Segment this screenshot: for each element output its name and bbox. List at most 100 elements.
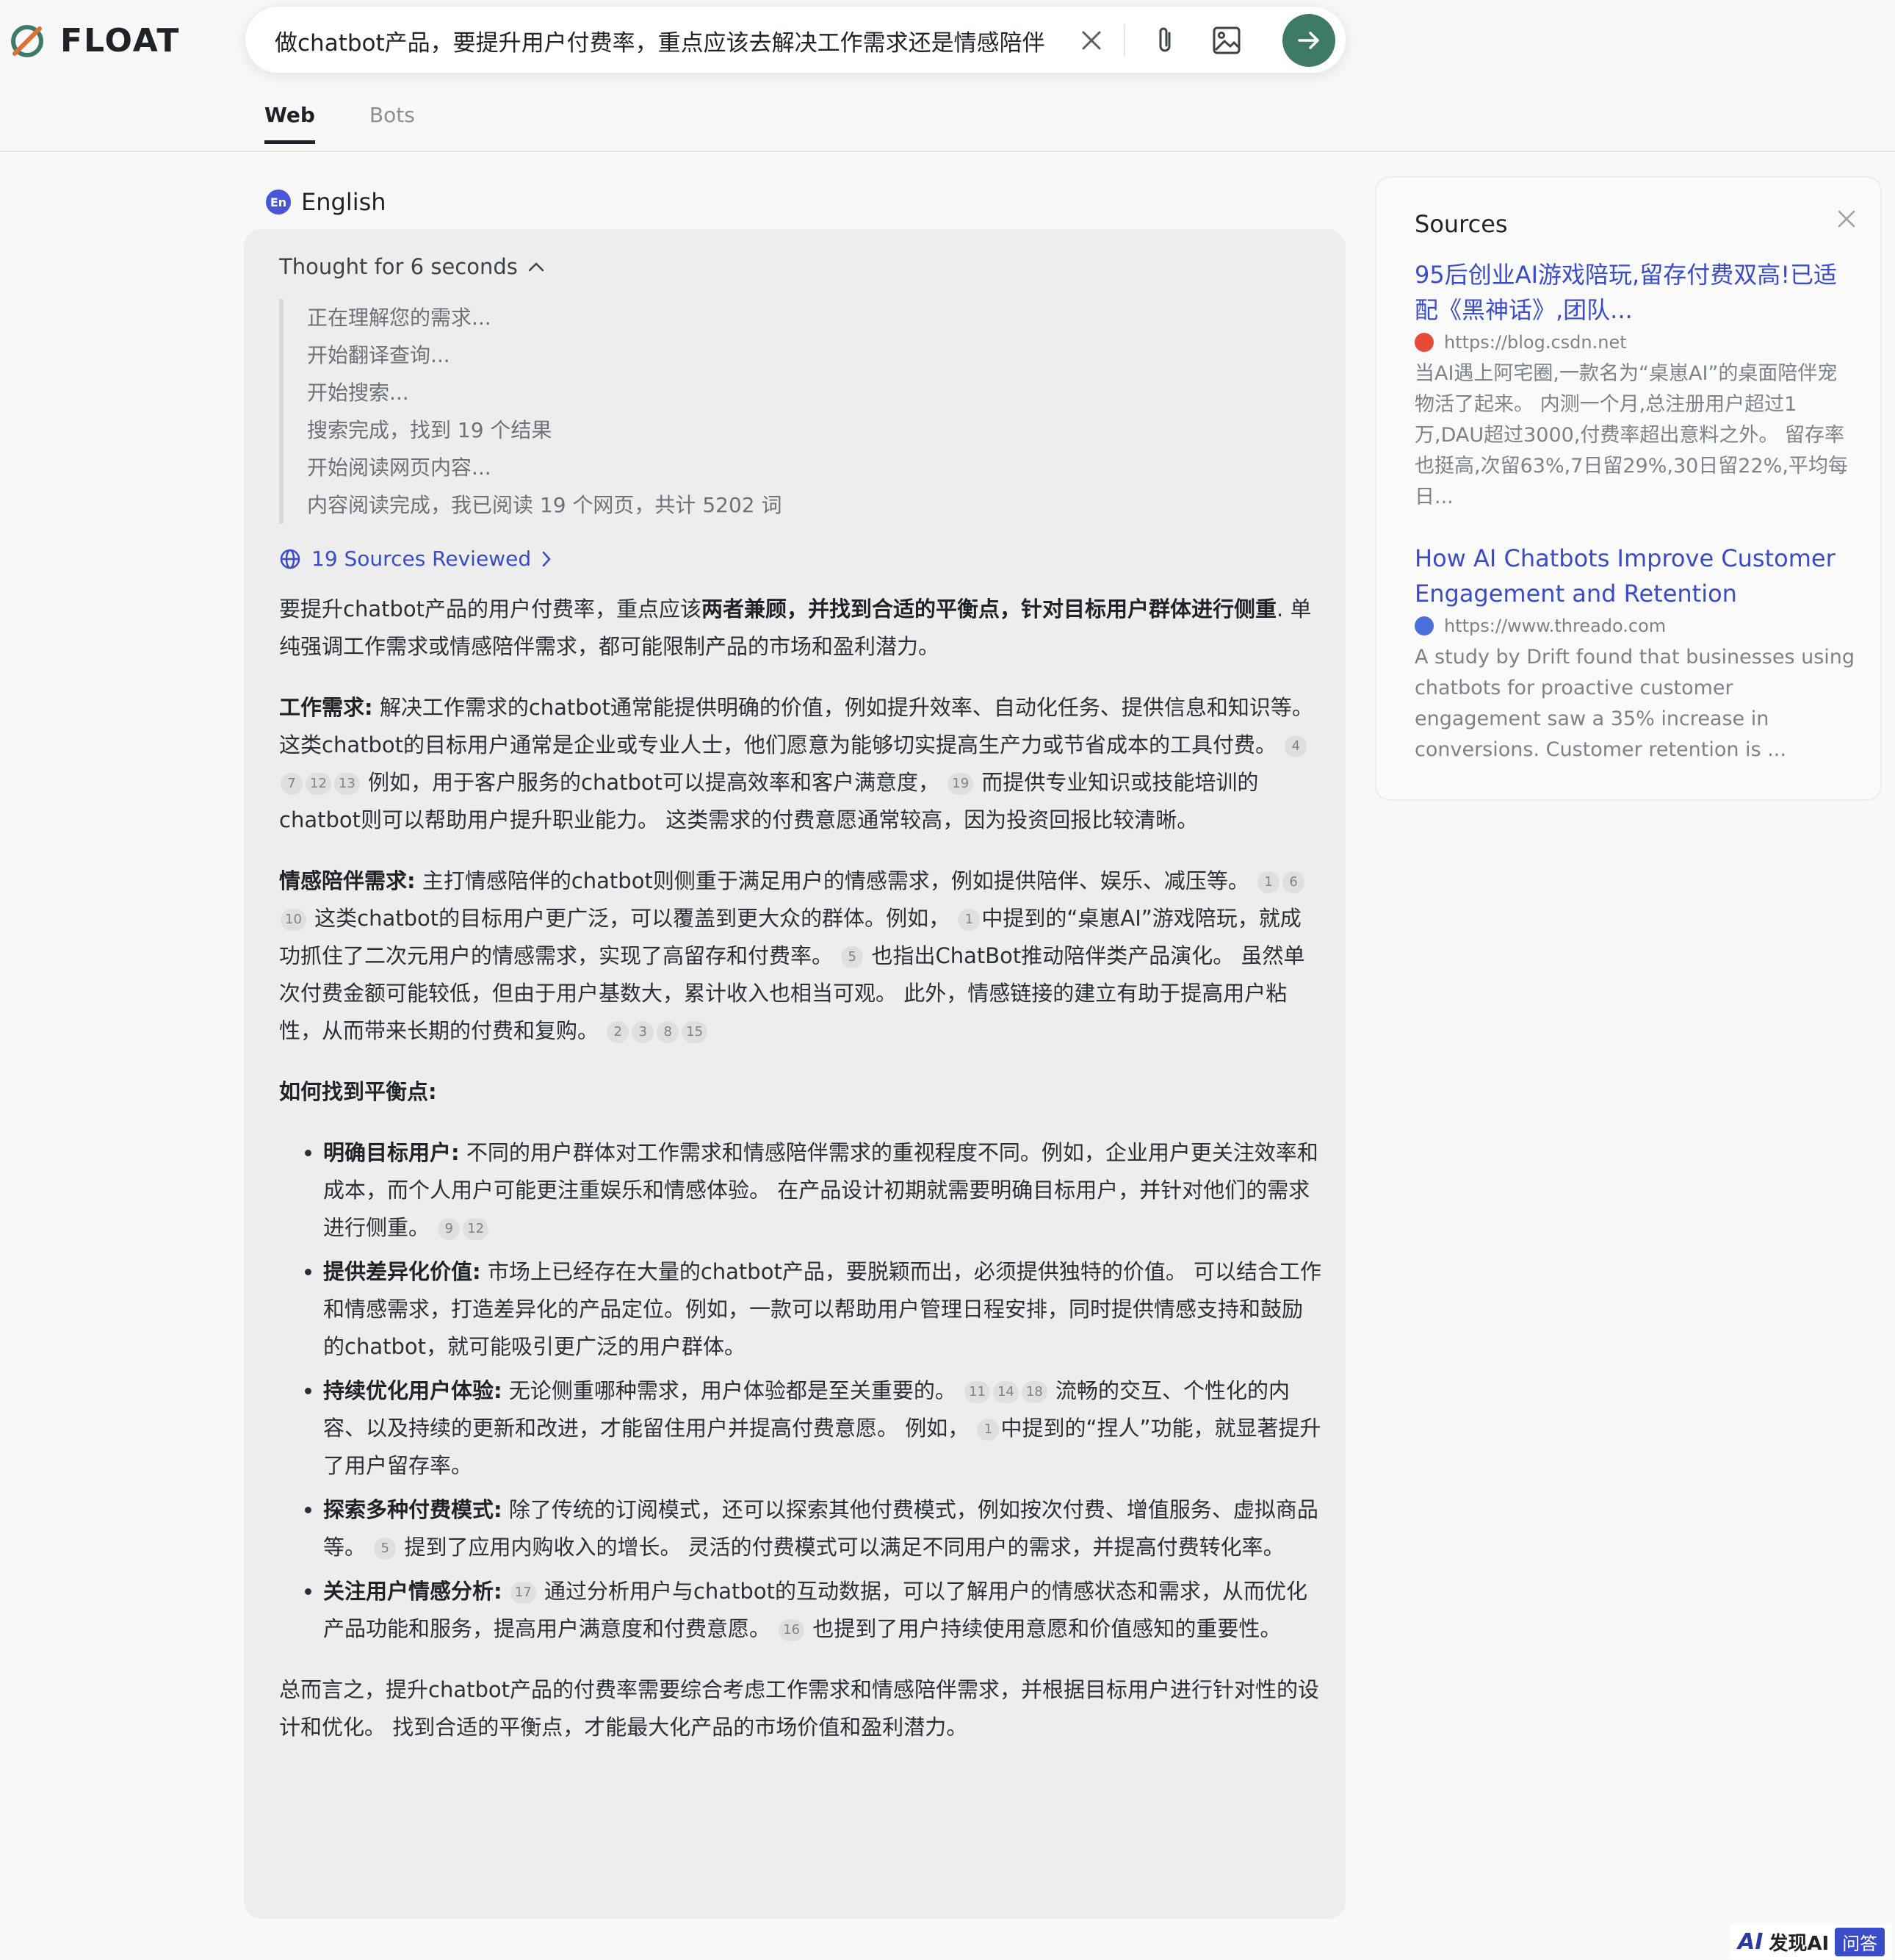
thought-steps: 正在理解您的需求... 开始翻译查询... 开始搜索... 搜索完成，找到 19… [279,299,782,524]
list-item: 探索多种付费模式: 除了传统的订阅模式，还可以探索其他付费模式，例如按次付费、增… [323,1491,1322,1566]
citation[interactable]: 12 [463,1218,489,1240]
citation[interactable]: 11 [964,1381,990,1403]
citation[interactable]: 15 [682,1021,708,1043]
citation[interactable]: 17 [510,1582,536,1604]
result-tabs: Web Bots [264,103,415,144]
citation[interactable]: 6 [1282,871,1305,893]
citation[interactable]: 13 [333,773,360,795]
citation[interactable]: 7 [281,773,303,795]
close-sources-button[interactable] [1832,204,1861,234]
work-label: 工作需求: [279,695,373,720]
answer-intro: 要提升chatbot产品的用户付费率，重点应该两者兼顾，并找到合适的平衡点，针对… [279,591,1322,666]
threado-favicon-icon [1415,616,1434,635]
source-url: https://blog.csdn.net [1415,332,1855,353]
source-title-link[interactable]: 95后创业AI游戏陪玩,留存付费双高!已适配《黑神话》,团队... [1415,257,1855,328]
work-paragraph: 工作需求: 解决工作需求的chatbot通常能提供明确的价值，例如提升效率、自动… [279,689,1322,839]
intro-bold: 两者兼顾，并找到合适的平衡点，针对目标用户群体进行侧重 [701,597,1277,621]
watermark-ai: AI [1738,1929,1764,1955]
emotion-text: 主打情感陪伴的chatbot则侧重于满足用户的情感需求，例如提供陪伴、娱乐、减压… [415,868,1249,893]
header-divider [0,151,1895,152]
emotion-paragraph: 情感陪伴需求: 主打情感陪伴的chatbot则侧重于满足用户的情感需求，例如提供… [279,862,1322,1050]
sources-reviewed-link[interactable]: 19 Sources Reviewed [279,547,552,571]
thought-step: 搜索完成，找到 19 个结果 [307,418,552,442]
search-bar [245,6,1346,73]
citation[interactable]: 8 [657,1021,679,1043]
search-input[interactable] [273,21,1062,60]
attach-button[interactable] [1150,26,1180,55]
source-item: 95后创业AI游戏陪玩,留存付费双高!已适配《黑神话》,团队... https:… [1415,257,1855,513]
language-label: English [301,188,386,216]
work-text: 解决工作需求的chatbot通常能提供明确的价值，例如提升效率、自动化任务、提供… [279,695,1313,757]
thought-step: 开始搜索... [307,381,409,405]
brand-logo[interactable]: FLOAT [9,22,180,60]
bullet-text: 无论侧重哪种需求，用户体验都是至关重要的。 [502,1378,956,1403]
list-item: 明确目标用户: 不同的用户群体对工作需求和情感陪伴需求的重视程度不同。例如，企业… [323,1134,1322,1247]
citation[interactable]: 1 [977,1419,1000,1441]
citation[interactable]: 19 [948,773,974,795]
citation[interactable]: 1 [1257,871,1280,893]
image-upload-button[interactable] [1212,26,1241,55]
close-icon [1838,210,1855,228]
sources-title: Sources [1415,210,1508,238]
language-icon: En [266,190,291,215]
balance-list: 明确目标用户: 不同的用户群体对工作需求和情感陪伴需求的重视程度不同。例如，企业… [279,1134,1322,1648]
list-item: 提供差异化价值: 市场上已经存在大量的chatbot产品，要脱颖而出，必须提供独… [323,1253,1322,1366]
list-item: 关注用户情感分析: 17 通过分析用户与chatbot的互动数据，可以了解用户的… [323,1573,1322,1648]
citation[interactable]: 5 [841,946,864,968]
bullet-label: 提供差异化价值: [323,1259,481,1284]
clear-search-button[interactable] [1077,26,1106,55]
citation[interactable]: 2 [607,1021,629,1043]
bullet-text: 提到了应用内购收入的增长。 灵活的付费模式可以满足不同用户的需求，并提高付费转化… [397,1535,1285,1560]
intro-text: 要提升chatbot产品的用户付费率，重点应该 [279,597,701,621]
work-text: 例如，用于客户服务的chatbot可以提高效率和客户满意度， [361,770,940,795]
thought-label: Thought for 6 seconds [279,254,518,279]
bullet-label: 探索多种付费模式: [323,1497,502,1522]
tab-web[interactable]: Web [264,103,315,144]
citation[interactable]: 12 [306,773,331,795]
source-snippet: 当AI遇上阿宅圈,一款名为“桌崽AI”的桌面陪伴宠物活了起来。 内测一个月,总注… [1415,362,1848,508]
chevron-up-icon [528,262,544,272]
watermark-text: 发现AI [1769,1933,1830,1955]
emotion-text: 这类chatbot的目标用户更广泛，可以覆盖到更大众的群体。例如， [307,906,950,931]
citation[interactable]: 9 [438,1218,461,1240]
arrow-right-icon [1298,32,1319,49]
citation[interactable]: 10 [281,909,306,931]
image-icon [1213,26,1241,54]
thought-step: 内容阅读完成，我已阅读 19 个网页，共计 5202 词 [307,493,782,517]
csdn-favicon-icon [1415,333,1434,352]
watermark: AI 发现AI 问答 [1730,1925,1893,1959]
source-url-text: https://blog.csdn.net [1444,332,1627,353]
citation[interactable]: 1 [958,909,981,931]
answer-body: 要提升chatbot产品的用户付费率，重点应该两者兼顾，并找到合适的平衡点，针对… [279,591,1322,1770]
thought-toggle[interactable]: Thought for 6 seconds [279,254,544,279]
source-title-link[interactable]: How AI Chatbots Improve Customer Engagem… [1415,541,1855,611]
citation[interactable]: 16 [779,1619,805,1641]
source-url-text: https://www.threado.com [1444,616,1667,636]
tab-bots[interactable]: Bots [369,103,415,144]
globe-icon [280,549,300,569]
citation[interactable]: 4 [1285,735,1307,757]
paperclip-icon [1159,27,1171,52]
citation[interactable]: 3 [632,1021,654,1043]
watermark-tag: 问答 [1835,1928,1885,1956]
bullet-label: 明确目标用户: [323,1140,460,1165]
answer-conclusion: 总而言之，提升chatbot产品的付费率需要综合考虑工作需求和情感陪伴需求，并根… [279,1677,1319,1740]
brand-name: FLOAT [60,22,181,60]
bullet-label: 关注用户情感分析: [323,1579,502,1604]
emotion-label: 情感陪伴需求: [279,868,416,893]
source-url: https://www.threado.com [1415,616,1855,636]
chevron-right-icon [542,551,551,566]
bullet-text: 也提到了用户持续使用意愿和价值感知的重要性。 [806,1616,1282,1641]
sources-panel: Sources 95后创业AI游戏陪玩,留存付费双高!已适配《黑神话》,团队..… [1375,176,1882,801]
thought-step: 正在理解您的需求... [307,306,491,330]
send-button[interactable] [1282,14,1335,67]
thought-step: 开始阅读网页内容... [307,455,491,480]
citation[interactable]: 14 [992,1381,1019,1403]
citation[interactable]: 5 [374,1538,397,1560]
search-divider [1124,24,1125,57]
bullet-text [502,1579,509,1604]
citation[interactable]: 18 [1021,1381,1047,1403]
answer-card: Thought for 6 seconds 正在理解您的需求... 开始翻译查询… [244,229,1346,1919]
language-selector[interactable]: En English [266,188,386,216]
close-icon [1082,31,1101,50]
